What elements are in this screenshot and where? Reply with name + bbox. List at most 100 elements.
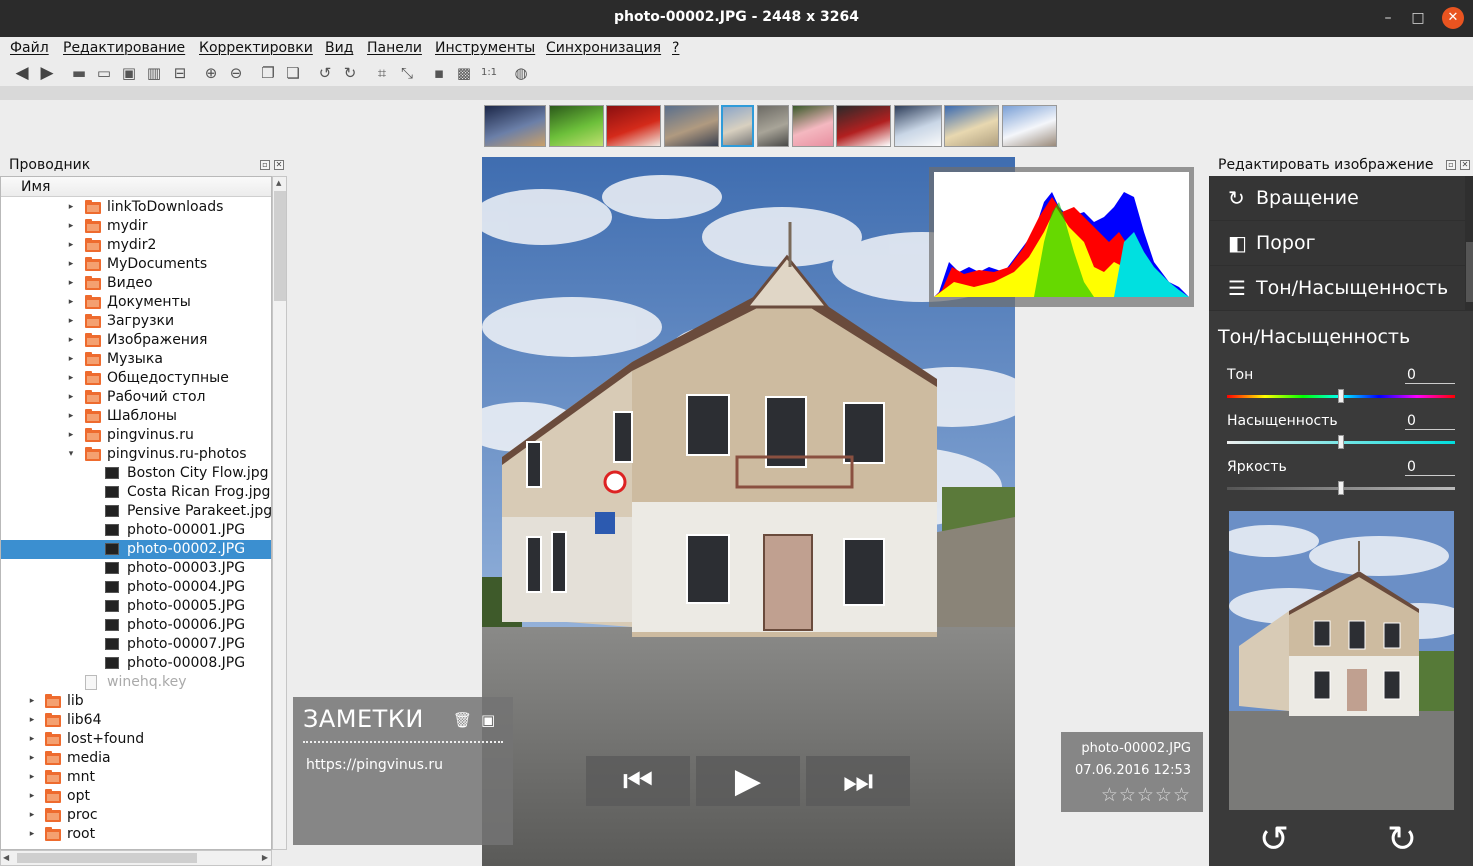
hue-slider-knob[interactable] <box>1338 389 1344 403</box>
expand-arrow-icon[interactable]: ▸ <box>66 388 76 407</box>
rotate-left-icon[interactable]: ↺ <box>316 64 334 82</box>
expand-arrow-icon[interactable]: ▸ <box>27 787 37 806</box>
tree-folder-row[interactable]: ▸ Изображения <box>1 331 271 350</box>
expand-arrow-icon[interactable]: ▸ <box>27 749 37 768</box>
dock-close-icon[interactable]: ✕ <box>1460 160 1470 170</box>
brightness-slider[interactable] <box>1227 481 1455 495</box>
expand-arrow-icon[interactable]: ▸ <box>27 711 37 730</box>
expand-arrow-icon[interactable]: ▸ <box>66 369 76 388</box>
scroll-left-icon[interactable]: ◀ <box>3 853 9 862</box>
thumbnail-chess[interactable] <box>606 105 662 147</box>
play-button[interactable]: ▶ <box>696 756 800 806</box>
minimize-button[interactable]: – <box>1378 8 1398 28</box>
open-folder-icon[interactable]: ▬ <box>70 64 88 82</box>
thumbnail-frog[interactable] <box>548 105 604 147</box>
expand-arrow-icon[interactable]: ▸ <box>27 825 37 844</box>
tree-folder-row[interactable]: ▸ Документы <box>1 293 271 312</box>
tree-folder-row[interactable]: ▸ lib <box>1 692 271 711</box>
zoom-out-icon[interactable]: ⊖ <box>227 64 245 82</box>
tree-folder-row[interactable]: ▾ pingvinus.ru-photos <box>1 445 271 464</box>
dock-float-icon[interactable]: ▫ <box>260 160 270 170</box>
hue-slider[interactable] <box>1227 389 1455 403</box>
thumbnail-castle[interactable] <box>757 105 789 147</box>
copy-icon[interactable]: ❐ <box>259 64 277 82</box>
tree-doc-row[interactable]: winehq.key <box>1 673 271 692</box>
tree-folder-row[interactable]: ▸ pingvinus.ru <box>1 426 271 445</box>
tree-vertical-scrollbar[interactable]: ▲ <box>272 176 287 850</box>
tree-folder-row[interactable]: ▸ Общедоступные <box>1 369 271 388</box>
save-icon[interactable]: ▣ <box>481 711 495 729</box>
tree-folder-row[interactable]: ▸ root <box>1 825 271 844</box>
tree-file-row[interactable]: Boston City Flow.jpg <box>1 464 271 483</box>
thumbnail-rose[interactable] <box>791 105 834 147</box>
menu-panels[interactable]: Панели <box>367 40 422 56</box>
paste-icon[interactable]: ❏ <box>284 64 302 82</box>
tree-folder-row[interactable]: ▸ Видео <box>1 274 271 293</box>
rotate-right-icon[interactable]: ↻ <box>341 64 359 82</box>
tree-folder-row[interactable]: ▸ MyDocuments <box>1 255 271 274</box>
expand-arrow-icon[interactable]: ▸ <box>66 274 76 293</box>
tree-folder-row[interactable]: ▸ mnt <box>1 768 271 787</box>
tree-file-row[interactable]: photo-00004.JPG <box>1 578 271 597</box>
menu-file[interactable]: Файл <box>10 40 49 56</box>
expand-arrow-icon[interactable]: ▸ <box>66 236 76 255</box>
tree-folder-row[interactable]: ▸ linkToDownloads <box>1 198 271 217</box>
brightness-slider-knob[interactable] <box>1338 481 1344 495</box>
tree-folder-row[interactable]: ▸ Загрузки <box>1 312 271 331</box>
resize-icon[interactable]: ⤡ <box>398 64 416 82</box>
tree-folder-row[interactable]: ▸ Шаблоны <box>1 407 271 426</box>
tree-folder-row[interactable]: ▸ proc <box>1 806 271 825</box>
previous-button[interactable]: ⏮ <box>586 756 690 806</box>
scroll-right-icon[interactable]: ▶ <box>262 853 268 862</box>
save-icon[interactable]: ▣ <box>120 64 138 82</box>
tree-folder-row[interactable]: ▸ opt <box>1 787 271 806</box>
menu-sync[interactable]: Синхронизация <box>546 40 661 56</box>
thumbnail-train[interactable] <box>836 105 892 147</box>
folder-icon[interactable]: ▭ <box>95 64 113 82</box>
rotation-button[interactable]: ↻ Вращение <box>1210 176 1465 220</box>
expand-arrow-icon[interactable]: ▸ <box>66 407 76 426</box>
tree-file-row[interactable]: photo-00003.JPG <box>1 559 271 578</box>
thumbnail-town-square[interactable] <box>944 105 1000 147</box>
zoom-in-icon[interactable]: ⊕ <box>202 64 220 82</box>
web-icon[interactable]: ◍ <box>512 64 530 82</box>
delete-all-icon[interactable]: ⊟ <box>171 64 189 82</box>
expand-arrow-icon[interactable]: ▸ <box>66 312 76 331</box>
tree-file-row[interactable]: photo-00006.JPG <box>1 616 271 635</box>
thumbnail-house[interactable] <box>721 105 755 147</box>
hue-saturation-button[interactable]: ☰ Тон/Насыщенность <box>1210 266 1465 310</box>
rating-stars[interactable]: ☆☆☆☆☆ <box>1101 784 1191 806</box>
next-button[interactable]: ⏭ <box>806 756 910 806</box>
menu-view[interactable]: Вид <box>325 40 353 56</box>
expand-arrow-icon[interactable]: ▸ <box>66 217 76 236</box>
forward-arrow-icon[interactable]: ▶ <box>38 64 56 82</box>
dock-float-icon[interactable]: ▫ <box>1446 160 1456 170</box>
dock-close-icon[interactable]: ✕ <box>274 160 284 170</box>
tree-file-row[interactable]: Costa Rican Frog.jpg <box>1 483 271 502</box>
saturation-slider[interactable] <box>1227 435 1455 449</box>
tree-file-row[interactable]: photo-00001.JPG <box>1 521 271 540</box>
tree-file-row[interactable]: photo-00005.JPG <box>1 597 271 616</box>
tree-folder-row[interactable]: ▸ lost+found <box>1 730 271 749</box>
menu-edit[interactable]: Редактирование <box>63 40 185 56</box>
expand-arrow-icon[interactable]: ▸ <box>66 426 76 445</box>
tree-folder-row[interactable]: ▸ media <box>1 749 271 768</box>
expand-arrow-icon[interactable]: ▸ <box>27 730 37 749</box>
tree-folder-row[interactable]: ▸ mydir <box>1 217 271 236</box>
saturation-value[interactable]: 0 <box>1405 413 1455 430</box>
crop-icon[interactable]: ⌗ <box>373 64 391 82</box>
rotate-right-button[interactable]: ↻ <box>1387 819 1417 860</box>
edit-panel-scrollbar[interactable] <box>1466 242 1473 302</box>
fit-width-icon[interactable]: ▩ <box>455 64 473 82</box>
tree-header[interactable]: Имя <box>1 177 271 197</box>
rotate-left-button[interactable]: ↺ <box>1259 819 1289 860</box>
expand-arrow-icon[interactable]: ▸ <box>27 768 37 787</box>
thumbnail-snow-river[interactable] <box>893 105 942 147</box>
close-button[interactable]: ✕ <box>1442 7 1464 29</box>
menu-help[interactable]: ? <box>672 40 679 56</box>
trash-icon[interactable]: 🗑 <box>453 711 472 729</box>
expanded-arrow-icon[interactable]: ▾ <box>66 445 76 464</box>
thumbnail-snow-trees[interactable] <box>1002 105 1057 147</box>
tree-folder-row[interactable]: ▸ lib64 <box>1 711 271 730</box>
tree-folder-row[interactable]: ▸ mydir2 <box>1 236 271 255</box>
